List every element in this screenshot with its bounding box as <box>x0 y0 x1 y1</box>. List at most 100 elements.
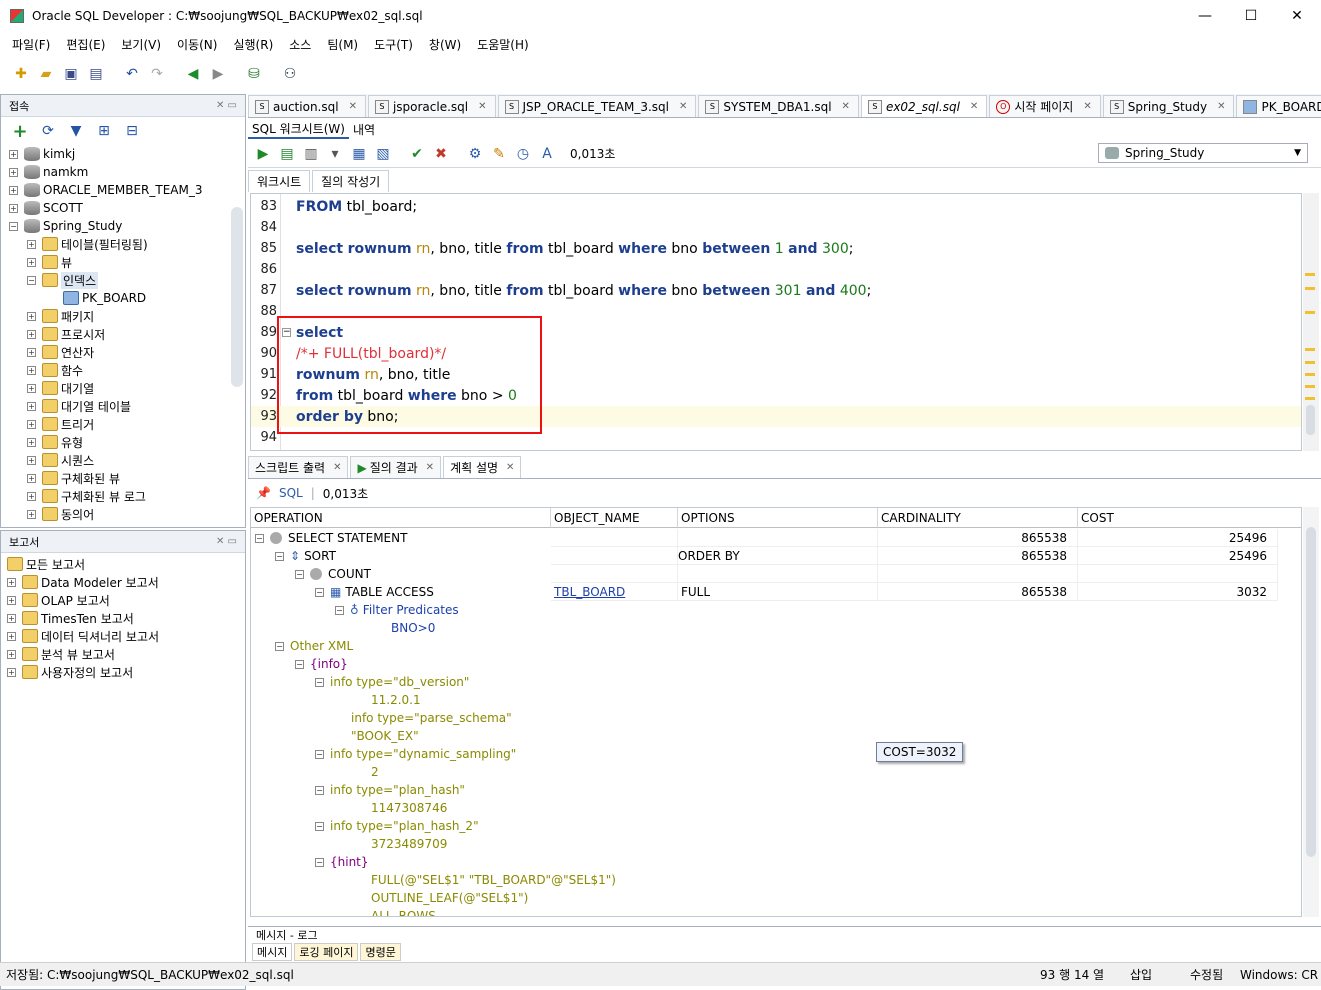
explain-plan-icon[interactable]: ▾ <box>324 143 346 165</box>
redo-icon[interactable]: ↷ <box>146 63 168 85</box>
tree-item-queue-tables[interactable]: + 대기열 테이블 <box>27 397 131 415</box>
unshared-sql-icon[interactable]: ⚙ <box>464 143 486 165</box>
tab-start-page[interactable]: O 시작 페이지 ✕ <box>989 95 1101 117</box>
tree-item-sequences[interactable]: + 시퀀스 <box>27 451 94 469</box>
run-script-icon[interactable]: ▤ <box>276 143 298 165</box>
tab-worksheet[interactable]: 워크시트 <box>248 170 311 192</box>
xml-node[interactable]: − info type="dynamic_sampling" <box>315 745 516 763</box>
menu-file[interactable]: 파일(F) <box>4 36 58 53</box>
save-icon[interactable]: ▣ <box>60 63 82 85</box>
menu-help[interactable]: 도움말(H) <box>469 36 537 53</box>
sql-tuning-icon[interactable]: ▧ <box>372 143 394 165</box>
refresh-icon[interactable]: ⟳ <box>37 120 59 142</box>
close-icon[interactable]: ✕ <box>970 101 978 112</box>
xml-node[interactable]: − info type="db_version" <box>315 673 469 691</box>
info-node[interactable]: − {info} <box>295 655 348 673</box>
tab-query-builder[interactable]: 질의 작성기 <box>312 170 390 192</box>
fold-icon[interactable]: − <box>282 328 291 337</box>
tree-item-kimkj[interactable]: + kimkj <box>9 145 75 163</box>
plan-row[interactable]: − ⇕ SORT <box>275 547 336 565</box>
grid-scrollbar[interactable] <box>1303 507 1319 917</box>
close-icon[interactable]: ✕ <box>478 101 486 112</box>
close-icon[interactable]: ✕ <box>1217 101 1225 112</box>
menu-navigate[interactable]: 이동(N) <box>169 36 225 53</box>
tree-item-operators[interactable]: + 연산자 <box>27 343 94 361</box>
tree-item-views[interactable]: + 뷰 <box>27 253 72 271</box>
schema-browser-icon[interactable]: ⊞ <box>93 120 115 142</box>
minimize-button[interactable]: — <box>1182 0 1228 32</box>
tree-item-namkm[interactable]: + namkm <box>9 163 88 181</box>
menu-run[interactable]: 실행(R) <box>225 36 281 53</box>
undo-icon[interactable]: ↶ <box>121 63 143 85</box>
menu-edit[interactable]: 편집(E) <box>58 36 113 53</box>
panel-close-icon[interactable]: ✕ ▭ <box>216 100 237 111</box>
other-xml-node[interactable]: − Other XML <box>275 637 353 655</box>
close-icon[interactable]: ✕ <box>1083 101 1091 112</box>
tree-item-spring-study[interactable]: − Spring_Study <box>9 217 122 235</box>
report-olap[interactable]: + OLAP 보고서 <box>7 591 110 609</box>
tab-pk-board[interactable]: PK_BOARD✕ <box>1236 95 1321 117</box>
panel-close-icon[interactable]: ✕ ▭ <box>216 536 237 547</box>
tree-item-synonyms[interactable]: + 동의어 <box>27 505 94 523</box>
close-button[interactable]: ✕ <box>1274 0 1320 32</box>
tree-item-types[interactable]: + 유형 <box>27 433 83 451</box>
close-icon[interactable]: ✕ <box>842 101 850 112</box>
tab-query-result[interactable]: ▶ 질의 결과 ✕ <box>350 456 442 478</box>
commit-icon[interactable]: ▦ <box>348 143 370 165</box>
tree-item-procedures[interactable]: + 프로시저 <box>27 325 105 343</box>
tree-item-functions[interactable]: + 함수 <box>27 361 83 379</box>
subtab-history[interactable]: 내역 <box>349 121 379 138</box>
run-statement-icon[interactable]: ▶ <box>252 143 274 165</box>
save-all-icon[interactable]: ▤ <box>85 63 107 85</box>
tree-item-oracle-member-team-3[interactable]: + ORACLE_MEMBER_TEAM_3 <box>9 181 203 199</box>
tree-item-queues[interactable]: + 대기열 <box>27 379 94 397</box>
close-icon[interactable]: ✕ <box>426 462 434 473</box>
filter-icon[interactable]: ▼ <box>65 120 87 142</box>
pin-icon[interactable]: 📌 <box>256 486 271 500</box>
tab-messages[interactable]: 메시지 <box>252 943 293 961</box>
plan-row[interactable]: − COUNT <box>295 565 371 583</box>
editor-scrollbar[interactable] <box>1303 193 1319 451</box>
tab-explain-plan[interactable]: 계획 설명 ✕ <box>443 456 522 478</box>
tab-spring-study[interactable]: S Spring_Study ✕ <box>1102 95 1235 117</box>
col-header-operation[interactable]: OPERATION <box>251 508 551 528</box>
tab-ex02-sql[interactable]: Sex02_sql.sql ✕ <box>860 95 988 117</box>
history-icon[interactable]: ◷ <box>512 143 534 165</box>
xml-node[interactable]: − info type="plan_hash" <box>315 781 465 799</box>
new-file-icon[interactable]: ✚ <box>10 63 32 85</box>
xml-node[interactable]: info type="parse_schema" <box>351 709 512 727</box>
report-analytic-view[interactable]: + 분석 뷰 보고서 <box>7 645 115 663</box>
menu-team[interactable]: 팀(M) <box>319 36 366 53</box>
report-timesten[interactable]: + TimesTen 보고서 <box>7 609 134 627</box>
tree-scrollbar[interactable] <box>231 207 243 387</box>
binoculars-icon[interactable]: ⚇ <box>279 63 301 85</box>
tree-icon[interactable]: ⊟ <box>121 120 143 142</box>
predicate-node[interactable]: BNO>0 <box>391 619 435 637</box>
add-connection-icon[interactable]: + <box>9 120 31 142</box>
col-header-cost[interactable]: COST <box>1078 508 1301 528</box>
close-icon[interactable]: ✕ <box>333 462 341 473</box>
back-icon[interactable]: ◀ <box>182 63 204 85</box>
clear-icon[interactable]: ✎ <box>488 143 510 165</box>
tab-statements[interactable]: 명령문 <box>360 943 401 961</box>
connection-select[interactable]: Spring_Study ▼ <box>1098 143 1308 163</box>
tree-item-mview-logs[interactable]: + 구체화된 뷰 로그 <box>27 487 146 505</box>
sql-editor[interactable]: 83 FROM tbl_board; 84 85 select rownum rn,… <box>250 193 1302 451</box>
format-icon[interactable]: A <box>536 143 558 165</box>
plan-row[interactable]: − ▦ TABLE ACCESS <box>315 583 434 601</box>
db-migration-icon[interactable]: ⛁ <box>243 63 265 85</box>
menu-window[interactable]: 창(W) <box>421 36 469 53</box>
report-all[interactable]: 모든 보고서 <box>7 555 85 573</box>
close-icon[interactable]: ✕ <box>506 462 514 473</box>
tree-item-triggers[interactable]: + 트리거 <box>27 415 94 433</box>
col-header-cardinality[interactable]: CARDINALITY <box>878 508 1078 528</box>
report-user-defined[interactable]: + 사용자정의 보고서 <box>7 663 133 681</box>
tab-jsp-oracle-team-3[interactable]: S JSP_ORACLE_TEAM_3.sql ✕ <box>497 95 697 117</box>
hint-node[interactable]: − {hint} <box>315 853 369 871</box>
filter-predicates-node[interactable]: − ♁ Filter Predicates <box>335 601 459 619</box>
tab-jsporacle-sql[interactable]: Sjsporacle.sql ✕ <box>367 95 496 117</box>
forward-icon[interactable]: ▶ <box>207 63 229 85</box>
tab-script-output[interactable]: 스크립트 출력 ✕ <box>248 456 349 478</box>
table-link[interactable]: TBL_BOARD <box>551 583 678 601</box>
close-icon[interactable]: ✕ <box>349 101 357 112</box>
